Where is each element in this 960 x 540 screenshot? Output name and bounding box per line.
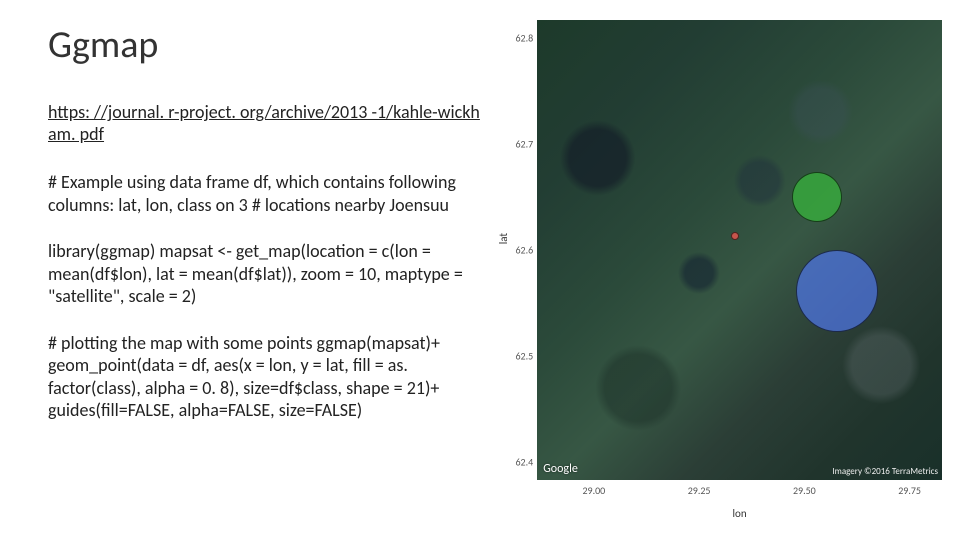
x-tick: 29.50 xyxy=(793,484,816,497)
y-tick: 62.4 xyxy=(515,455,533,468)
reference-link[interactable]: https: //journal. r-project. org/archive… xyxy=(48,102,487,145)
x-axis-label: lon xyxy=(733,507,747,520)
google-logo: Google xyxy=(543,462,578,476)
example-comment: # Example using data frame df, which con… xyxy=(48,171,487,216)
y-axis: 62.8 62.7 62.6 62.5 62.4 lat xyxy=(503,20,537,480)
page-title: Ggmap xyxy=(48,22,487,68)
x-axis: 29.00 29.25 29.50 29.75 lon xyxy=(537,480,942,526)
data-point-class2 xyxy=(792,172,842,222)
y-tick: 62.6 xyxy=(515,244,533,257)
y-tick: 62.8 xyxy=(515,32,533,45)
map-plot: 62.8 62.7 62.6 62.5 62.4 lat Google Imag… xyxy=(503,20,942,526)
map-attribution: Imagery ©2016 TerraMetrics xyxy=(830,465,940,478)
satellite-map: Google Imagery ©2016 TerraMetrics xyxy=(537,20,942,480)
data-point-class1 xyxy=(731,232,739,240)
x-tick: 29.25 xyxy=(688,484,711,497)
x-tick: 29.75 xyxy=(898,484,921,497)
y-axis-label: lat xyxy=(497,233,510,244)
y-tick: 62.7 xyxy=(515,138,533,151)
y-tick: 62.5 xyxy=(515,349,533,362)
slide: Ggmap https: //journal. r-project. org/a… xyxy=(0,0,960,540)
code-getmap: library(ggmap) mapsat <- get_map(locatio… xyxy=(48,240,487,308)
map-column: 62.8 62.7 62.6 62.5 62.4 lat Google Imag… xyxy=(499,0,960,540)
data-point-class3 xyxy=(796,250,878,332)
code-plot: # plotting the map with some points ggma… xyxy=(48,332,487,422)
text-column: Ggmap https: //journal. r-project. org/a… xyxy=(0,0,499,540)
x-tick: 29.00 xyxy=(582,484,605,497)
